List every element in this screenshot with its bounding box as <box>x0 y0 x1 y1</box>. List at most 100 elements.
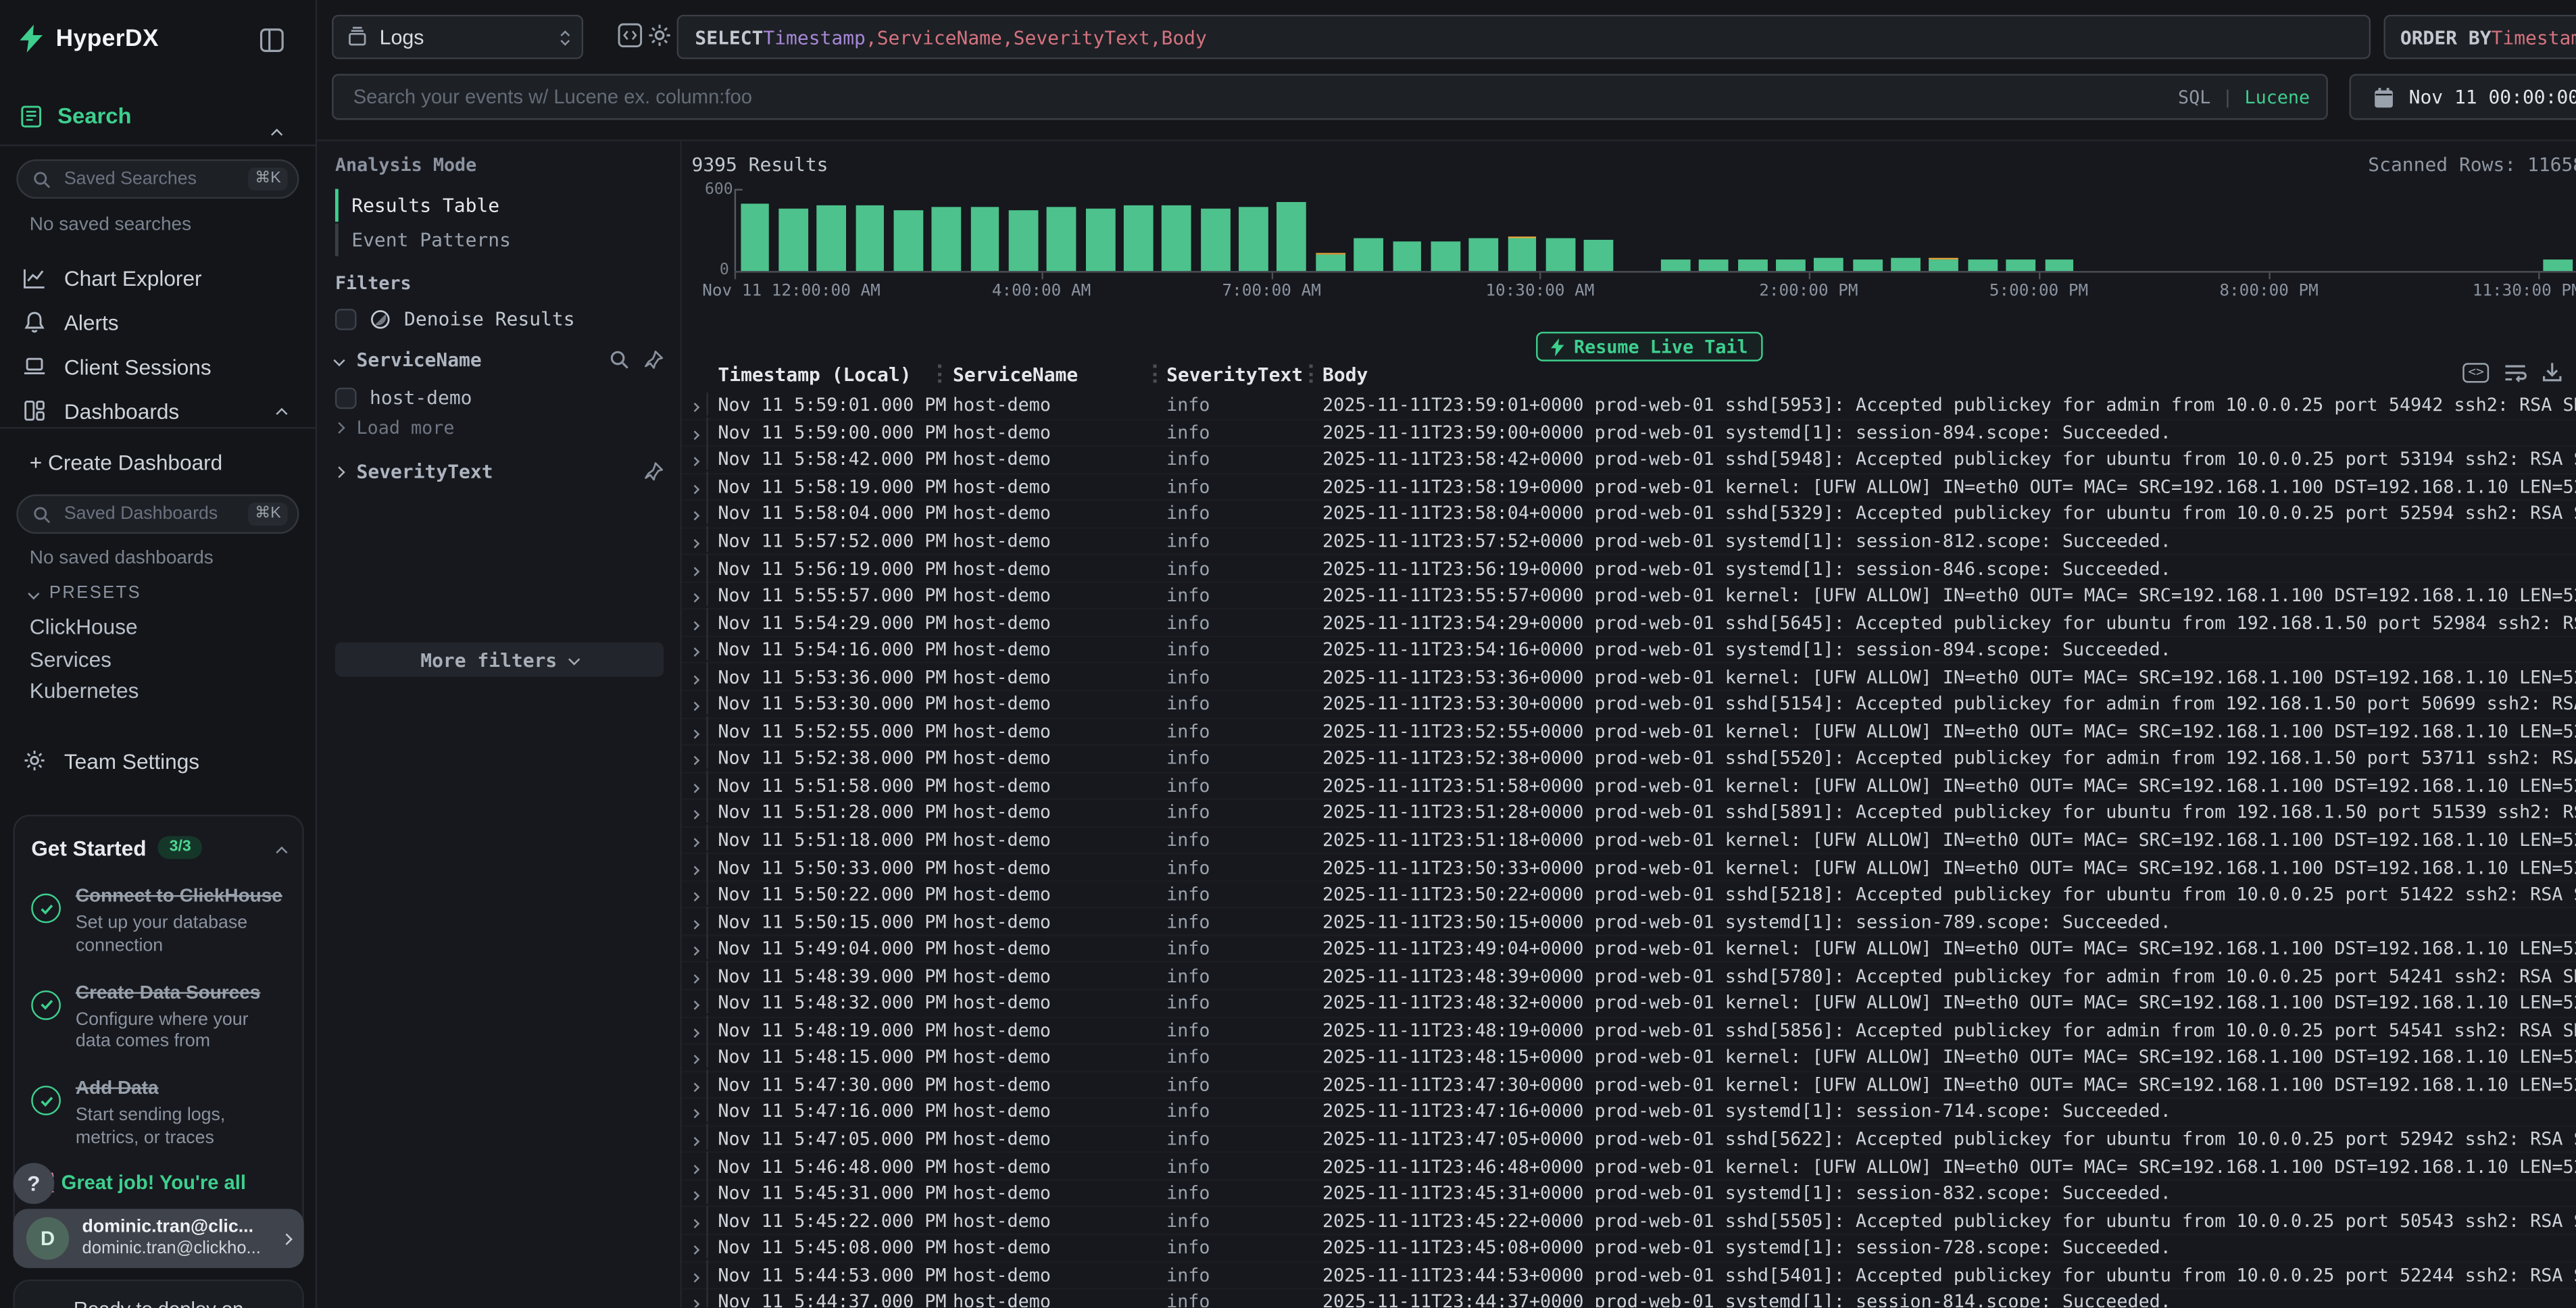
table-row[interactable]: Nov 11 5:49:04.000 PM host-demo info 202… <box>682 936 2576 963</box>
col-header-severitytext[interactable]: SeverityText <box>1166 363 1303 386</box>
histogram-bar[interactable] <box>2544 259 2573 271</box>
row-expand-chevron-icon[interactable] <box>692 612 699 634</box>
checkbox[interactable] <box>335 387 357 409</box>
table-row[interactable]: Nov 11 5:58:19.000 PM host-demo info 202… <box>682 474 2576 501</box>
table-row[interactable]: Nov 11 5:47:05.000 PM host-demo info 202… <box>682 1126 2576 1153</box>
histogram-bar[interactable] <box>1201 208 1230 271</box>
table-row[interactable]: Nov 11 5:48:32.000 PM host-demo info 202… <box>682 990 2576 1017</box>
histogram-bar[interactable] <box>1814 258 1843 271</box>
table-row[interactable]: Nov 11 5:51:28.000 PM host-demo info 202… <box>682 800 2576 827</box>
histogram-plot[interactable] <box>735 189 2576 272</box>
row-expand-chevron-icon[interactable] <box>692 911 699 932</box>
table-row[interactable]: Nov 11 5:54:16.000 PM host-demo info 202… <box>682 637 2576 664</box>
row-expand-chevron-icon[interactable] <box>692 965 699 987</box>
help-button[interactable]: ? <box>13 1163 54 1204</box>
row-expand-chevron-icon[interactable] <box>692 938 699 960</box>
table-row[interactable]: Nov 11 5:44:37.000 PM host-demo info 202… <box>682 1290 2576 1308</box>
histogram-bar[interactable] <box>1737 260 1766 271</box>
get-started-step[interactable]: Add Data Start sending logs, metrics, or… <box>31 1073 286 1151</box>
saved-searches-input[interactable] <box>61 168 239 191</box>
more-filters-button[interactable]: More filters <box>335 643 664 677</box>
saved-searches-search[interactable]: ⌘K <box>16 159 299 199</box>
table-row[interactable]: Nov 11 5:45:31.000 PM host-demo info 202… <box>682 1181 2576 1208</box>
histogram-bar[interactable] <box>932 207 961 271</box>
denoise-results-toggle[interactable]: Denoise Results <box>335 307 575 330</box>
table-row[interactable]: Nov 11 5:52:55.000 PM host-demo info 202… <box>682 719 2576 746</box>
row-expand-chevron-icon[interactable] <box>692 1128 699 1150</box>
sql-editor-toggle-button[interactable] <box>618 23 642 56</box>
row-expand-chevron-icon[interactable] <box>692 884 699 905</box>
resume-live-tail-button[interactable]: Resume Live Tail <box>1536 332 1762 361</box>
sidebar-item-client-sessions[interactable]: Client Sessions <box>0 347 316 386</box>
column-resize-handle[interactable] <box>1154 365 1157 383</box>
histogram-bar[interactable] <box>1239 207 1268 272</box>
histogram-bar[interactable] <box>1968 259 1997 271</box>
table-row[interactable]: Nov 11 5:50:33.000 PM host-demo info 202… <box>682 855 2576 882</box>
filter-value-host-demo[interactable]: host-demo <box>335 386 472 409</box>
histogram-bar[interactable] <box>2006 260 2035 271</box>
histogram-bar[interactable] <box>1661 259 1690 271</box>
histogram-bar[interactable] <box>1776 259 1805 271</box>
row-expand-chevron-icon[interactable] <box>692 1264 699 1286</box>
histogram-bar[interactable] <box>1316 253 1345 271</box>
row-expand-chevron-icon[interactable] <box>692 1101 699 1123</box>
saved-dashboards-input[interactable] <box>61 503 239 526</box>
row-expand-chevron-icon[interactable] <box>692 694 699 715</box>
deploy-teaser-card[interactable]: Ready to deploy on <box>13 1280 303 1308</box>
sidebar-item-clickhouse[interactable]: ClickHouse <box>30 614 138 638</box>
search-icon[interactable] <box>610 350 629 370</box>
table-row[interactable]: Nov 11 5:54:29.000 PM host-demo info 202… <box>682 610 2576 637</box>
chevron-up-icon[interactable] <box>276 407 287 419</box>
table-row[interactable]: Nov 11 5:50:15.000 PM host-demo info 202… <box>682 909 2576 936</box>
table-row[interactable]: Nov 11 5:58:04.000 PM host-demo info 202… <box>682 501 2576 528</box>
col-header-timestamp[interactable]: Timestamp (Local) <box>718 363 911 386</box>
table-row[interactable]: Nov 11 5:58:42.000 PM host-demo info 202… <box>682 447 2576 474</box>
histogram-bar[interactable] <box>1891 259 1921 272</box>
histogram-bar[interactable] <box>1584 240 1613 271</box>
row-expand-chevron-icon[interactable] <box>692 476 699 498</box>
source-select[interactable]: Logs <box>332 15 583 59</box>
row-expand-chevron-icon[interactable] <box>692 639 699 661</box>
histogram-bar[interactable] <box>817 205 846 271</box>
sidebar-item-chart-explorer[interactable]: Chart Explorer <box>0 258 316 297</box>
table-row[interactable]: Nov 11 5:48:19.000 PM host-demo info 202… <box>682 1017 2576 1045</box>
col-header-body[interactable]: Body <box>1322 363 1368 386</box>
row-expand-chevron-icon[interactable] <box>692 1020 699 1041</box>
histogram-bar[interactable] <box>2045 259 2074 271</box>
order-by-input[interactable]: ORDER BY TimestampTime DESC <box>2384 15 2576 59</box>
lang-toggle-sql[interactable]: SQL <box>2178 86 2210 108</box>
column-resize-handle[interactable] <box>1310 365 1313 383</box>
sidebar-item-kubernetes[interactable]: Kubernetes <box>30 678 139 703</box>
presets-section-toggle[interactable]: PRESETS <box>30 583 141 603</box>
sidebar-item-search[interactable]: Search <box>20 103 131 128</box>
row-expand-chevron-icon[interactable] <box>692 422 699 443</box>
get-started-step[interactable]: Connect to ClickHouse Set up your databa… <box>31 880 286 958</box>
row-expand-chevron-icon[interactable] <box>692 1155 699 1177</box>
chevron-up-icon[interactable] <box>276 847 287 858</box>
table-row[interactable]: Nov 11 5:48:39.000 PM host-demo info 202… <box>682 963 2576 990</box>
histogram-bar[interactable] <box>778 208 808 271</box>
table-row[interactable]: Nov 11 5:47:30.000 PM host-demo info 202… <box>682 1072 2576 1099</box>
row-expand-chevron-icon[interactable] <box>692 449 699 471</box>
histogram-bar[interactable] <box>1085 208 1114 271</box>
histogram-bar[interactable] <box>1853 259 1882 271</box>
row-expand-chevron-icon[interactable] <box>692 1183 699 1205</box>
checkbox[interactable] <box>335 308 357 330</box>
search-input[interactable] <box>350 84 2165 110</box>
row-expand-chevron-icon[interactable] <box>692 395 699 416</box>
table-row[interactable]: Nov 11 5:51:58.000 PM host-demo info 202… <box>682 773 2576 800</box>
table-row[interactable]: Nov 11 5:53:36.000 PM host-demo info 202… <box>682 664 2576 691</box>
filter-group-severitytext[interactable]: SeverityText <box>335 460 664 483</box>
col-header-servicename[interactable]: ServiceName <box>953 363 1078 386</box>
lang-toggle-lucene[interactable]: Lucene <box>2245 86 2310 108</box>
row-expand-chevron-icon[interactable] <box>692 1292 699 1308</box>
histogram-bar[interactable] <box>893 211 922 271</box>
table-row[interactable]: Nov 11 5:48:15.000 PM host-demo info 202… <box>682 1045 2576 1072</box>
saved-dashboards-search[interactable]: ⌘K <box>16 495 299 534</box>
create-dashboard-button[interactable]: + Create Dashboard <box>30 450 223 474</box>
column-resize-handle[interactable] <box>938 365 941 383</box>
row-expand-chevron-icon[interactable] <box>692 585 699 607</box>
app-logo[interactable]: HyperDX <box>20 24 159 52</box>
sidebar-collapse-button[interactable] <box>259 28 284 61</box>
histogram-bar[interactable] <box>1700 260 1729 272</box>
